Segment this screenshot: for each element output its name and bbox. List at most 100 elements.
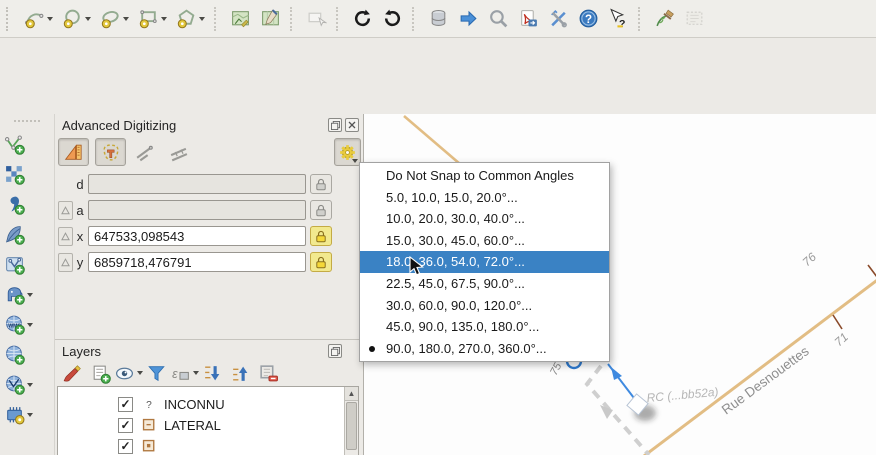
scroll-up-arrow[interactable]: ▲ (345, 387, 358, 401)
delta-y-toggle[interactable] (58, 253, 73, 272)
map-style-tool-button[interactable] (226, 4, 255, 33)
dropdown-caret-icon (137, 371, 143, 375)
house-number-76: 76 (800, 250, 820, 270)
layer-row[interactable]: ✓LATERAL (58, 415, 358, 435)
map-edit-icon (260, 8, 281, 29)
adv-digitizing-icon (63, 142, 84, 163)
export-pdf-button[interactable] (514, 4, 543, 33)
add-postgis-layer-button[interactable] (4, 280, 50, 309)
cad-row-x: x (55, 226, 363, 247)
add-raster-icon (4, 164, 25, 185)
expression-icon: ε (170, 363, 191, 384)
layers-panel: Layers ε ✓?INCONNU✓LATERAL✓ ▲ (55, 340, 363, 455)
cad-input-y[interactable] (88, 252, 306, 272)
draw-ellipse-button[interactable] (96, 4, 133, 33)
filter-by-expression-button[interactable]: ε (173, 362, 195, 384)
delta-a-toggle[interactable] (58, 201, 73, 220)
search-button[interactable] (484, 4, 513, 33)
lock-a-button[interactable] (310, 200, 332, 220)
menu-item-angle-2[interactable]: 10.0, 20.0, 30.0, 40.0°... (360, 208, 609, 230)
menu-item-angle-7[interactable]: 45.0, 90.0, 135.0, 180.0°... (360, 316, 609, 338)
menu-item-angle-6[interactable]: 30.0, 60.0, 90.0, 120.0°... (360, 295, 609, 317)
advanced-digitizing-panel: Advanced Digitizing daxy (55, 114, 363, 340)
layers-panel-title: Layers (62, 344, 101, 359)
perpendicular-constraint-button[interactable] (163, 138, 194, 166)
layout-icon (684, 8, 705, 29)
float-panel-button[interactable] (328, 118, 342, 132)
help-contents-button[interactable]: ? (574, 4, 603, 33)
draw-regular-polygon-button[interactable] (172, 4, 209, 33)
menu-item-angle-4[interactable]: 18.0, 36.0, 54.0, 72.0°... (360, 251, 609, 273)
construction-mode-button[interactable] (95, 138, 126, 166)
collapse-all-button[interactable] (229, 362, 251, 384)
manage-map-themes-button[interactable] (117, 362, 139, 384)
cad-input-x[interactable] (88, 226, 306, 246)
add-vector-icon (4, 134, 25, 155)
draw-circle-button[interactable] (58, 4, 95, 33)
add-spatialite-layer-button[interactable] (4, 220, 50, 249)
add-wcs-icon (4, 344, 25, 365)
toolbar-separator (412, 7, 419, 31)
menu-item-angle-5[interactable]: 22.5, 45.0, 67.5, 90.0°... (360, 273, 609, 295)
layer-visibility-checkbox[interactable]: ✓ (118, 439, 133, 454)
menu-item-angle-3[interactable]: 15.0, 30.0, 45.0, 60.0°... (360, 230, 609, 252)
add-group-button[interactable] (89, 362, 111, 384)
layer-visibility-checkbox[interactable]: ✓ (118, 418, 133, 433)
float-layers-button[interactable] (328, 344, 342, 358)
expand-all-button[interactable] (201, 362, 223, 384)
menu-item-angle-0[interactable]: Do Not Snap to Common Angles (360, 165, 609, 187)
enable-advanced-digitizing-tool-button[interactable] (58, 138, 89, 166)
layers-scrollbar[interactable]: ▲ (344, 387, 358, 455)
open-layer-styling-button[interactable] (61, 362, 83, 384)
layer-symbol-icon (141, 417, 158, 434)
draw-rectangle-button[interactable] (134, 4, 171, 33)
db-manager-button[interactable] (424, 4, 453, 33)
refresh-map-button[interactable] (348, 4, 377, 33)
toolbar-shape-map-attributes: ?? (0, 0, 876, 38)
panel-title: Advanced Digitizing (62, 118, 176, 133)
map-edit-tool-button[interactable] (256, 4, 285, 33)
add-spatialite-icon (4, 224, 25, 245)
select-rect-icon (306, 8, 327, 29)
delta-x-toggle[interactable] (58, 227, 73, 246)
layer-visibility-checkbox[interactable]: ✓ (118, 397, 133, 412)
cad-settings-button[interactable] (334, 138, 361, 166)
layout-manager-button (680, 4, 709, 33)
menu-item-angle-1[interactable]: 5.0, 10.0, 15.0, 20.0°... (360, 187, 609, 209)
add-wfs-layer-button[interactable] (4, 370, 50, 399)
filter-legend-button[interactable] (145, 362, 167, 384)
add-wms-layer-button[interactable]: WMS (4, 310, 50, 339)
refresh-back-button[interactable] (378, 4, 407, 33)
add-virtual-layer-button[interactable] (4, 250, 50, 279)
lock-d-button[interactable] (310, 174, 332, 194)
add-wcs-layer-button[interactable] (4, 340, 50, 369)
cad-label-y: y (74, 255, 86, 270)
add-raster-layer-button[interactable] (4, 160, 50, 189)
layer-row[interactable]: ✓?INCONNU (58, 394, 358, 414)
toolbar-drag-handle[interactable] (14, 120, 40, 128)
parallel-constraint-button[interactable] (129, 138, 160, 166)
street-label: Rue Desnouettes (719, 343, 812, 417)
road-segment-top (404, 116, 460, 164)
add-group-icon (90, 363, 111, 384)
osm-tools-button[interactable] (650, 4, 679, 33)
lock-y-button[interactable] (310, 252, 332, 272)
scrollbar-thumb[interactable] (346, 402, 357, 450)
add-mesh-layer-button[interactable] (4, 400, 50, 429)
layer-row[interactable]: ✓ (58, 436, 358, 455)
lock-x-button[interactable] (310, 226, 332, 246)
add-delimited-text-layer-button[interactable] (4, 190, 50, 219)
road-rue-desnouettes (640, 278, 876, 455)
datasource-manager-button[interactable] (454, 4, 483, 33)
whats-this-button[interactable]: ? (604, 4, 633, 33)
add-vector-layer-button[interactable] (4, 130, 50, 159)
menu-item-angle-8[interactable]: 90.0, 180.0, 270.0, 360.0°... (360, 338, 609, 360)
close-panel-button[interactable] (345, 118, 359, 132)
remove-layer-button[interactable] (257, 362, 279, 384)
draw-circular-string-button[interactable] (20, 4, 57, 33)
arrow-right-blue-icon (458, 8, 479, 29)
address-tick-71 (833, 315, 842, 329)
hammer-plant-icon (654, 8, 675, 29)
toolbar-drag-handle[interactable] (6, 7, 16, 31)
options-tools-button[interactable] (544, 4, 573, 33)
